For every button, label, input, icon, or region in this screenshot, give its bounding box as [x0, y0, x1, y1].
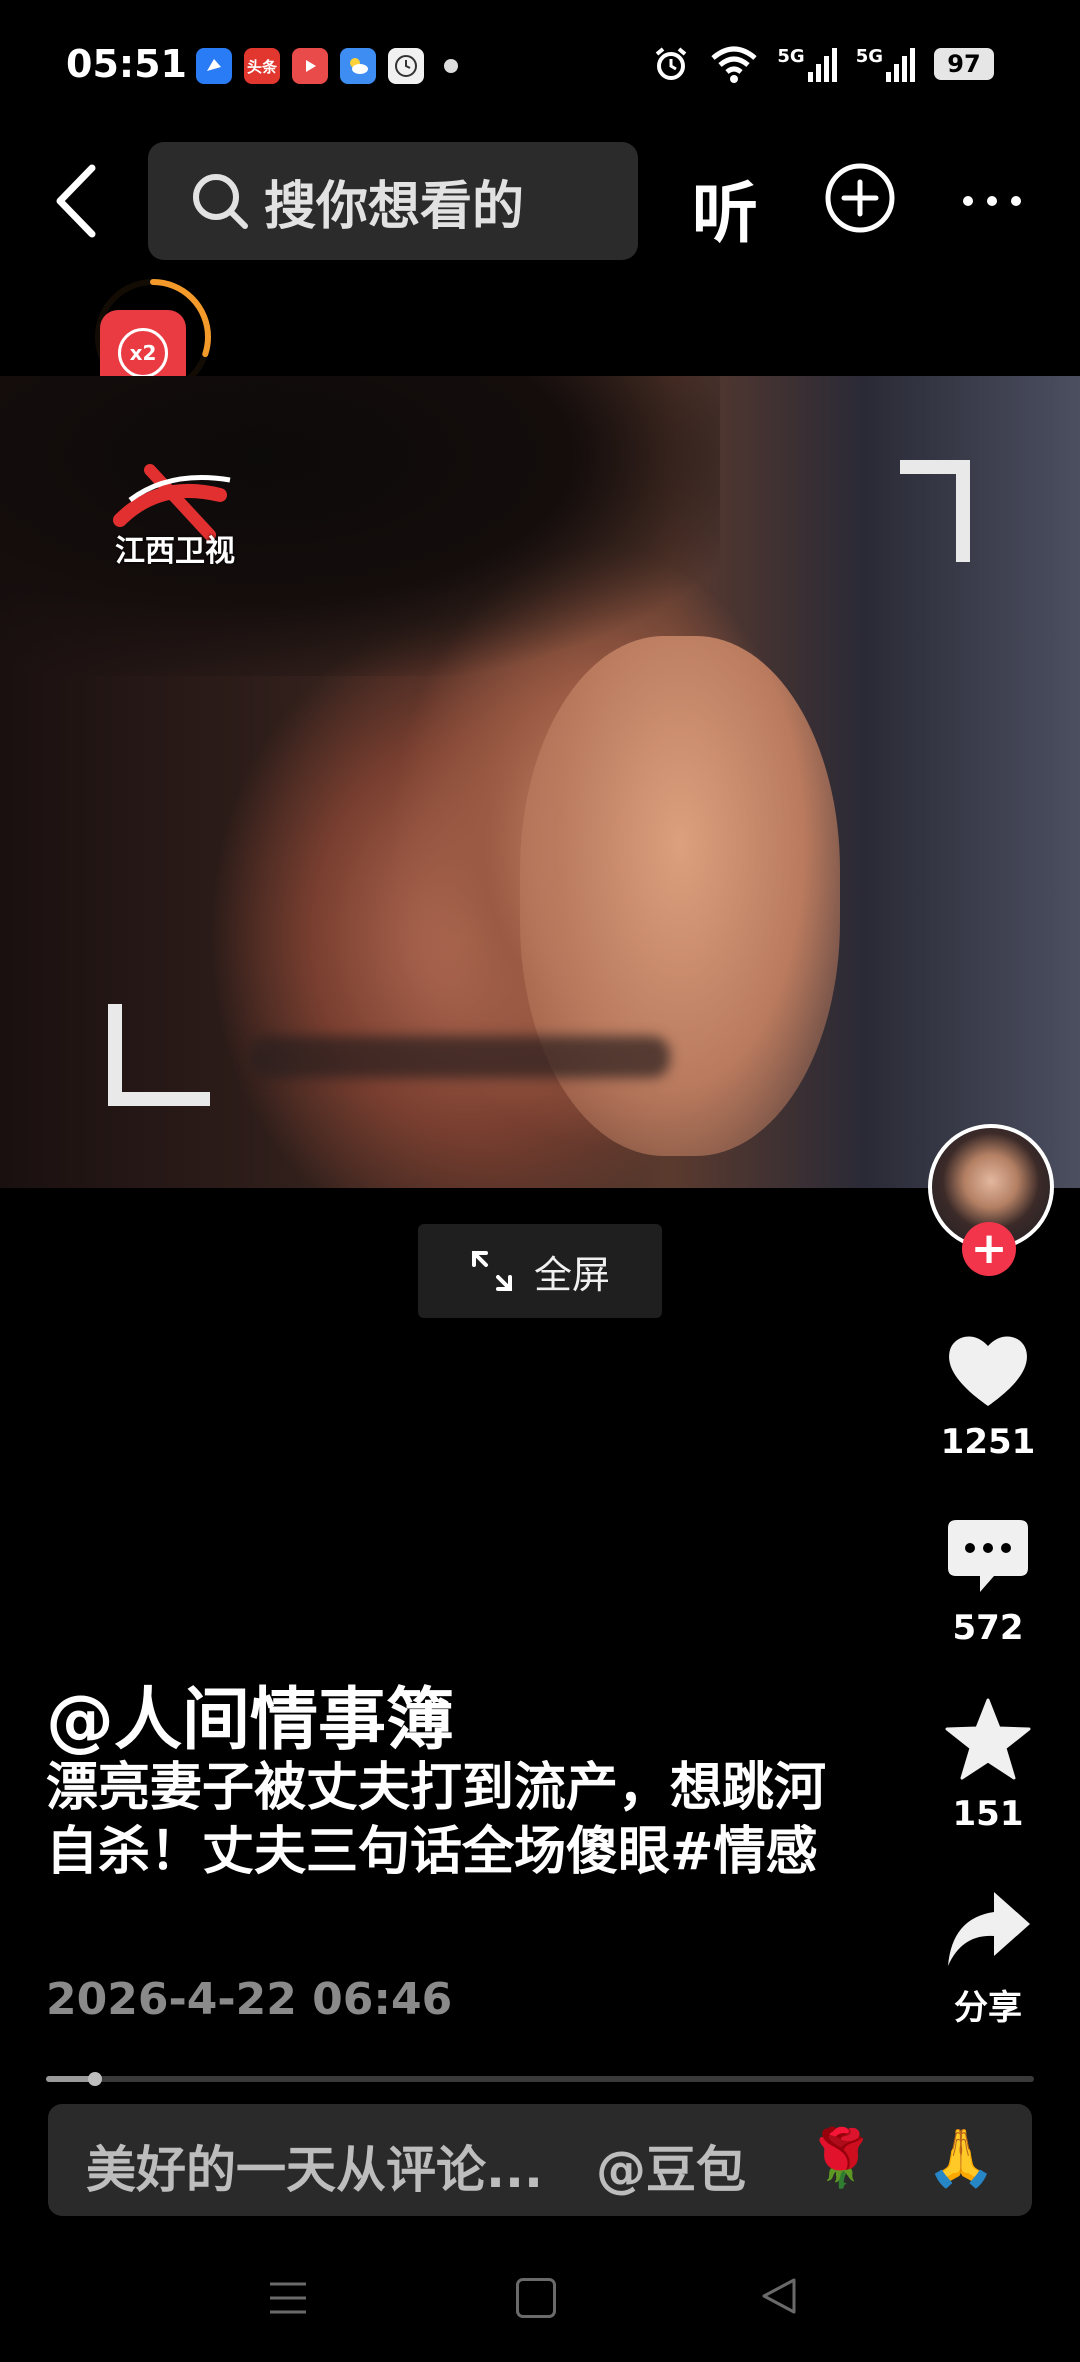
nav-back-icon[interactable]	[760, 2276, 798, 2316]
video-frame-hand	[520, 636, 840, 1156]
clock-app-icon	[388, 48, 424, 84]
comment-icon[interactable]	[944, 1512, 1032, 1600]
network-type-label: 5G	[777, 46, 805, 67]
wifi-icon	[711, 46, 758, 83]
toutiao-icon: 头条	[244, 48, 280, 84]
notification-dot-icon	[444, 59, 458, 73]
post-date: 2026-4-22 06:46	[46, 1974, 453, 2025]
search-icon	[193, 174, 248, 229]
blurred-subtitle	[250, 1036, 670, 1078]
alarm-icon	[656, 47, 687, 80]
search-input[interactable]: 搜你想看的	[148, 142, 638, 260]
video-app-icon	[292, 48, 328, 84]
heart-icon[interactable]	[944, 1326, 1032, 1414]
share-arrow-icon[interactable]	[944, 1886, 1032, 1974]
signal-5g-b: 5G	[856, 46, 916, 82]
status-app-icons: 头条	[196, 48, 458, 84]
blue-app-icon	[196, 48, 232, 84]
frame-corner-decoration	[108, 1004, 210, 1106]
rose-emoji-button[interactable]: 🌹	[806, 2124, 876, 2194]
signal-5g-a: 5G	[777, 46, 837, 82]
search-placeholder: 搜你想看的	[264, 176, 525, 237]
author-name[interactable]: @人间情事簿	[46, 1664, 454, 1763]
video-description: 漂亮妻子被丈夫打到流产，想跳河自杀！丈夫三句话全场傻眼#情感	[46, 1756, 846, 1884]
nav-home-icon[interactable]	[516, 2278, 556, 2318]
channel-logo-text: 江西卫视	[115, 534, 235, 569]
comment-placeholder: 美好的一天从评论...	[86, 2141, 543, 2199]
playback-progress-handle[interactable]	[88, 2072, 102, 2086]
video-frame-hair	[0, 376, 720, 676]
share-label: 分享	[954, 1988, 1022, 2028]
star-icon[interactable]	[944, 1696, 1032, 1784]
listen-button[interactable]: 听	[692, 160, 758, 256]
signal-bars-icon	[886, 48, 915, 82]
network-type-label: 5G	[855, 46, 883, 67]
status-time: 05:51	[66, 42, 187, 86]
battery-indicator: 97	[934, 48, 994, 80]
add-circle-icon[interactable]	[824, 162, 896, 234]
follow-button[interactable]: +	[962, 1222, 1016, 1276]
back-arrow-icon[interactable]	[50, 162, 100, 240]
fullscreen-button[interactable]: 全屏	[418, 1224, 662, 1318]
weather-icon	[340, 48, 376, 84]
frame-corner-decoration	[900, 460, 970, 562]
multiplier-badge: x2	[118, 328, 168, 378]
hashtag-link[interactable]: #情感	[670, 1822, 818, 1882]
fullscreen-icon	[471, 1251, 512, 1291]
more-icon[interactable]	[960, 176, 1024, 226]
favorite-count: 151	[952, 1794, 1024, 1834]
nav-menu-icon[interactable]	[268, 2278, 308, 2318]
mention-doubao-button[interactable]: @豆包	[596, 2130, 746, 2202]
like-count: 1251	[940, 1422, 1036, 1462]
status-indicators: 5G 5G 97	[651, 44, 994, 84]
pray-emoji-button[interactable]: 🙏	[926, 2124, 996, 2194]
signal-bars-icon	[807, 48, 837, 82]
playback-progress-track[interactable]	[46, 2076, 1034, 2082]
fullscreen-label: 全屏	[533, 1252, 610, 1297]
comment-count: 572	[952, 1608, 1024, 1648]
